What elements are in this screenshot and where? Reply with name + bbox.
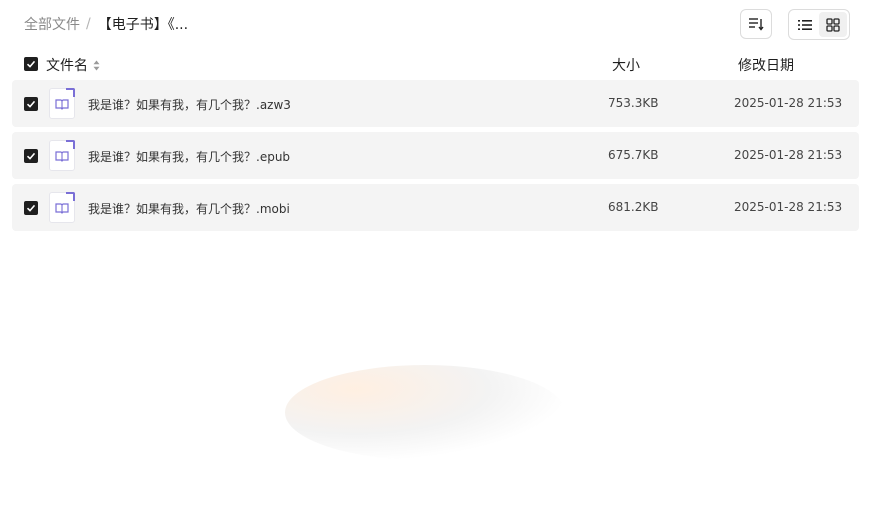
- list-view-icon: [798, 19, 812, 30]
- file-name[interactable]: 我是谁？如果有我，有几个我？.azw3: [88, 96, 291, 113]
- check-icon: [26, 204, 36, 212]
- file-name[interactable]: 我是谁？如果有我，有几个我？.mobi: [88, 200, 290, 217]
- grid-view-icon: [826, 17, 840, 32]
- file-size: 681.2KB: [608, 200, 659, 214]
- file-row[interactable]: 我是谁？如果有我，有几个我？.mobi 681.2KB 2025-01-28 2…: [12, 184, 859, 231]
- breadcrumb-current[interactable]: 【电子书】《...: [98, 14, 188, 34]
- row-checkbox[interactable]: [24, 97, 38, 111]
- file-date: 2025-01-28 21:53: [734, 96, 843, 110]
- row-checkbox[interactable]: [24, 201, 38, 215]
- file-name[interactable]: 我是谁？如果有我，有几个我？.epub: [88, 148, 290, 165]
- row-checkbox[interactable]: [24, 149, 38, 163]
- sort-caret-icon: [93, 60, 100, 71]
- check-icon: [26, 100, 36, 108]
- view-toggle: [788, 9, 850, 40]
- date-column-header[interactable]: 修改日期: [738, 55, 794, 75]
- list-view-button[interactable]: [791, 12, 819, 37]
- name-column-label: 文件名: [46, 58, 88, 74]
- sort-button[interactable]: [740, 9, 772, 39]
- grid-view-button[interactable]: [819, 12, 847, 37]
- file-row[interactable]: 我是谁？如果有我，有几个我？.azw3 753.3KB 2025-01-28 2…: [12, 80, 859, 127]
- file-size: 753.3KB: [608, 96, 659, 110]
- file-date: 2025-01-28 21:53: [734, 148, 843, 162]
- ebook-icon: [49, 88, 75, 119]
- ebook-icon: [49, 192, 75, 223]
- name-column-header[interactable]: 文件名: [46, 55, 100, 75]
- file-browser: 全部文件 / 【电子书】《... 文件名 大小 修改日期 我是谁？如果有我，有几…: [0, 0, 874, 514]
- select-all-checkbox[interactable]: [24, 57, 38, 71]
- breadcrumb-root-link[interactable]: 全部文件: [24, 14, 80, 34]
- check-icon: [26, 60, 36, 68]
- file-row[interactable]: 我是谁？如果有我，有几个我？.epub 675.7KB 2025-01-28 2…: [12, 132, 859, 179]
- check-icon: [26, 152, 36, 160]
- table-header: 文件名 大小 修改日期: [0, 52, 874, 76]
- sort-icon: [749, 18, 764, 31]
- breadcrumb: 全部文件 / 【电子书】《...: [24, 14, 188, 34]
- file-date: 2025-01-28 21:53: [734, 200, 843, 214]
- breadcrumb-separator: /: [86, 16, 91, 32]
- file-size: 675.7KB: [608, 148, 659, 162]
- loading-glow: [285, 365, 565, 460]
- size-column-header[interactable]: 大小: [612, 55, 640, 75]
- ebook-icon: [49, 140, 75, 171]
- top-bar: 全部文件 / 【电子书】《...: [0, 0, 874, 48]
